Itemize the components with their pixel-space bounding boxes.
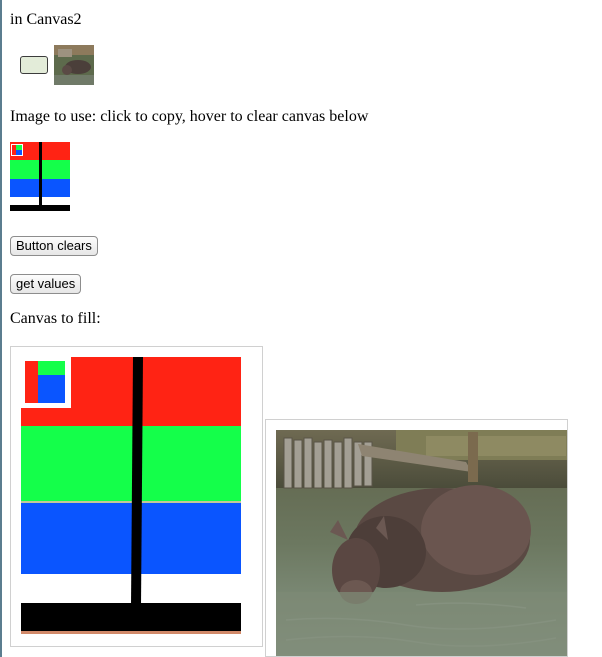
source-image[interactable] [10, 142, 70, 214]
window-edge [0, 0, 2, 657]
fill-canvas[interactable] [10, 346, 263, 647]
heading-text: in Canvas2 [10, 11, 82, 28]
rhino-thumbnail[interactable] [54, 45, 94, 85]
rhino-canvas[interactable] [265, 419, 568, 657]
get-values-button[interactable]: get values [10, 274, 82, 294]
clear-button[interactable]: Button clears [10, 236, 98, 256]
instructions-text: Image to use: click to copy, hover to cl… [10, 108, 369, 125]
canvas-label: Canvas to fill: [10, 310, 101, 327]
small-canvas[interactable] [20, 56, 48, 74]
